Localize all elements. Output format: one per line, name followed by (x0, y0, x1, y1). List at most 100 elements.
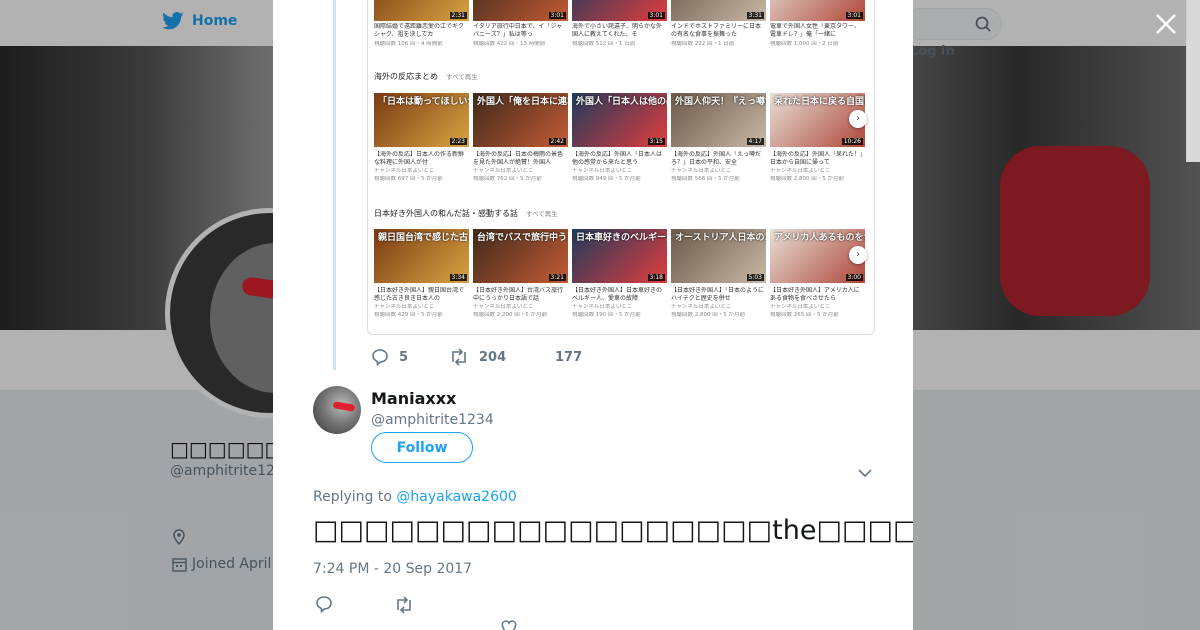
user-display-name[interactable]: Maniaxxx (371, 389, 456, 408)
thumbnail-caption: 外国人「日本人は他の感覚から来た」日本人の起源ってどこなん (576, 97, 667, 107)
video-title[interactable]: 電車で外国人女性「東京タワー、電車ドレ？」俺「一緒に (770, 23, 865, 39)
video-title[interactable]: 【日本好き外国人】アメリカ人にある食物を食べさせたら (770, 287, 865, 303)
thumbnail-caption: 日本車好きのベルギー人愛車が壊れた時に日本人の一言で感動！ (576, 233, 667, 243)
video-channel[interactable]: チャンネル日本よいとこ (770, 304, 865, 311)
video-meta: 視聴回数 762 回・5 か月前 (473, 176, 542, 182)
video-channel[interactable]: チャンネル日本よいとこ (770, 168, 865, 175)
tweet-timestamp[interactable]: 7:24 PM - 20 Sep 2017 (313, 561, 472, 577)
video-title[interactable]: 【日本好き外国人】日本車好きのベルギー人、愛車の故障 (572, 287, 667, 303)
video-thumbnail[interactable]: 日本車好きのベルギー人愛車が壊れた時に日本人の一言で感動！ 3:18 (572, 229, 667, 283)
video-channel[interactable]: チャンネル日本よいとこ (671, 168, 766, 175)
video-thumbnail[interactable]: 台湾でバスで旅行中うっかり日本語で話しかけてしまったら車内の空気が 3:21 (473, 229, 568, 283)
replying-to: Replying to @hayakawa2600 (313, 489, 517, 505)
thumbnail-caption: 外国人「俺を日本に連れてってくれ！」梅雨の季節の興奮 (477, 97, 568, 107)
next-arrow-icon[interactable]: › (849, 110, 867, 128)
video-channel[interactable]: チャンネル日本よいとこ (572, 304, 667, 311)
heart-icon (527, 348, 545, 366)
video-thumbnail[interactable]: 親日国台湾で感じた古き良き日本人の心 3:34 (374, 229, 469, 283)
reply-action[interactable]: 5 (371, 348, 408, 366)
video-meta: 視聴回数 512 回・1 日前 (572, 41, 636, 47)
video-title[interactable]: インドでホストファミリーに日本の有名な食事を振舞った (671, 23, 766, 39)
follow-button[interactable]: Follow (371, 432, 473, 463)
like-action[interactable]: 177 (527, 348, 582, 366)
video-row-stories: 親日国台湾で感じた古き良き日本人の心 3:34 【日本好き外国人】親日国台湾で感じた… (374, 229, 868, 325)
video-meta: 視聴回数 949 回・5 か月前 (572, 176, 641, 182)
video-title[interactable]: 【海外の反応】日本人の作る新鮮な料理に外国人が付 (374, 151, 469, 167)
video-meta: 視聴回数 190 回・5 か月前 (572, 312, 641, 318)
close-icon[interactable] (1153, 11, 1179, 37)
retweet-icon[interactable] (394, 596, 414, 614)
video-meta: 視聴回数 222 回・1 日前 (671, 41, 735, 47)
video-meta: 視聴回数 429 回・5 か月前 (374, 312, 443, 318)
video-channel[interactable]: チャンネル日本よいとこ (473, 304, 568, 311)
section-title: 海外の反応まとめ (374, 72, 438, 81)
video-meta: 視聴回数 566 回・5 か月前 (671, 176, 740, 182)
video-thumbnail[interactable]: オーストリア人日本のようにハイテクと歴史を併せ持つ国 5:03 (671, 229, 766, 283)
video-duration: 3:01 (647, 12, 665, 19)
like-count: 177 (555, 349, 583, 365)
video-channel[interactable]: チャンネル日本よいとこ (374, 168, 469, 175)
retweet-icon (452, 348, 466, 366)
video-duration: 2:42 (548, 138, 566, 145)
video-channel[interactable]: チャンネル日本よいとこ (374, 304, 469, 311)
chevron-down-icon[interactable] (858, 468, 872, 478)
heart-icon[interactable] (500, 618, 518, 630)
video-duration: 5:03 (746, 274, 764, 281)
video-title[interactable]: 海外で小さい詫違子、明らかな外国人に教えてくれた。そ (572, 23, 667, 39)
video-duration: 3:15 (647, 138, 665, 145)
next-arrow-icon[interactable]: › (849, 246, 867, 264)
retweet-action[interactable]: 204 (449, 348, 506, 366)
page-scrollbar[interactable] (1186, 0, 1200, 162)
play-all-link[interactable]: すべて再生 (446, 73, 478, 81)
video-thumbnail[interactable]: →緒になるまで。3:01 (770, 0, 865, 21)
video-thumbnail[interactable]: 外国人「俺を日本に連れてってくれ！」梅雨の季節の興奮 2:42 (473, 93, 568, 147)
video-meta: 視聴回数 265 回・5 か月前 (770, 312, 839, 318)
video-channel[interactable]: チャンネル日本よいとこ (473, 168, 568, 175)
video-meta: 視聴回数 1,000 回・2 日前 (770, 41, 839, 47)
video-thumbnail[interactable]: 「日本は動ってほしいがだ」日本人シェフが作る新鮮な料理に 2:23 (374, 93, 469, 147)
video-duration: 4:17 (746, 138, 764, 145)
video-title[interactable]: 【海外の反応】外国人「えっ噂だろ？」日本の平和、安全 (671, 151, 766, 167)
video-channel[interactable]: チャンネル日本よいとこ (572, 168, 667, 175)
video-duration: 3:31 (746, 12, 764, 19)
embedded-video-card[interactable]: 歩ったら。。2:31 国際結婚で遠距離恋愛の江でギクシャク、祖を決してカ視聴回数 … (367, 0, 875, 335)
video-title[interactable]: 【日本好き外国人】台湾バス旅行中にうっかり日本語で話 (473, 287, 568, 303)
video-meta: 視聴回数 2,800 回・5 か月前 (770, 176, 844, 182)
video-thumbnail[interactable]: 文「っ†ω†っ」シェイコー3:31 (671, 0, 766, 21)
video-channel[interactable]: チャンネル日本よいとこ (671, 304, 766, 311)
thumbnail-caption: 外国人仰天！『えっ噂だろ？』日本のあう (675, 97, 766, 107)
video-duration: 2:31 (449, 12, 467, 19)
video-duration: 3:21 (548, 274, 566, 281)
replying-to-link[interactable]: @hayakawa2600 (396, 489, 516, 505)
user-avatar[interactable] (313, 386, 361, 434)
video-duration: 2:23 (449, 138, 467, 145)
video-row-reactions: 「日本は動ってほしいがだ」日本人シェフが作る新鮮な料理に 2:23 【海外の反応】日… (374, 93, 868, 189)
reply-icon (372, 349, 388, 366)
video-title[interactable]: 【海外の反応】外国人「呆れた！」日本から自国に帰って (770, 151, 865, 167)
video-row-top: 歩ったら。。2:31 国際結婚で遠距離恋愛の江でギクシャク、祖を決してカ視聴回数 … (374, 0, 868, 50)
video-title[interactable]: 【海外の反応】外国人「日本人は他の感覚から来たと思う (572, 151, 667, 167)
thumbnail-caption: 親日国台湾で感じた古き良き日本人の心 (378, 233, 469, 243)
retweet-count: 204 (479, 349, 507, 365)
user-handle[interactable]: @amphitrite1234 (371, 412, 494, 428)
thumbnail-caption: 台湾でバスで旅行中うっかり日本語で話しかけてしまったら車内の空気が (477, 233, 568, 243)
video-thumbnail[interactable]: 外国人仰天！『えっ噂だろ？』日本のあう 4:17 (671, 93, 766, 147)
video-title[interactable]: 【日本好き外国人】「日本のようにハイテクと歴史を併せ (671, 287, 766, 303)
thumbnail-caption: オーストリア人日本のようにハイテクと歴史を併せ持つ国 (675, 233, 766, 243)
video-title[interactable]: イタリア旅行中日本で、イ「ジャパニーズ？」私は等っ (473, 23, 568, 39)
play-all-link[interactable]: すべて再生 (526, 210, 558, 218)
video-title[interactable]: 国際結婚で遠距離恋愛の江でギクシャク、祖を決してカ (374, 23, 469, 39)
reply-count: 5 (399, 349, 409, 365)
video-meta: 視聴回数 697 回・5 か月前 (374, 176, 443, 182)
video-thumbnail[interactable]: 歩ったら。。2:31 (374, 0, 469, 21)
censor-bar (332, 401, 356, 412)
video-meta: 視聴回数 2,800 回・5 か月前 (671, 312, 745, 318)
video-duration: 10:26 (841, 138, 863, 145)
video-title[interactable]: 【日本好き外国人】親日国台湾で感じた古き良き日本人の (374, 287, 469, 303)
video-thumbnail[interactable]: 運命の再会！3:01 (572, 0, 667, 21)
section-header: 海外の反応まとめ すべて再生 (374, 71, 478, 82)
video-thumbnail[interactable]: 外国人「日本人は他の感覚から来た」日本人の起源ってどこなん 3:15 (572, 93, 667, 147)
video-thumbnail[interactable]: 一満ばっと勝すれ。3:01 (473, 0, 568, 21)
video-title[interactable]: 【海外の反応】日本の梅雨の景色を見た外国人が絶賛！外国人 (473, 151, 568, 167)
reply-icon[interactable] (315, 595, 333, 613)
